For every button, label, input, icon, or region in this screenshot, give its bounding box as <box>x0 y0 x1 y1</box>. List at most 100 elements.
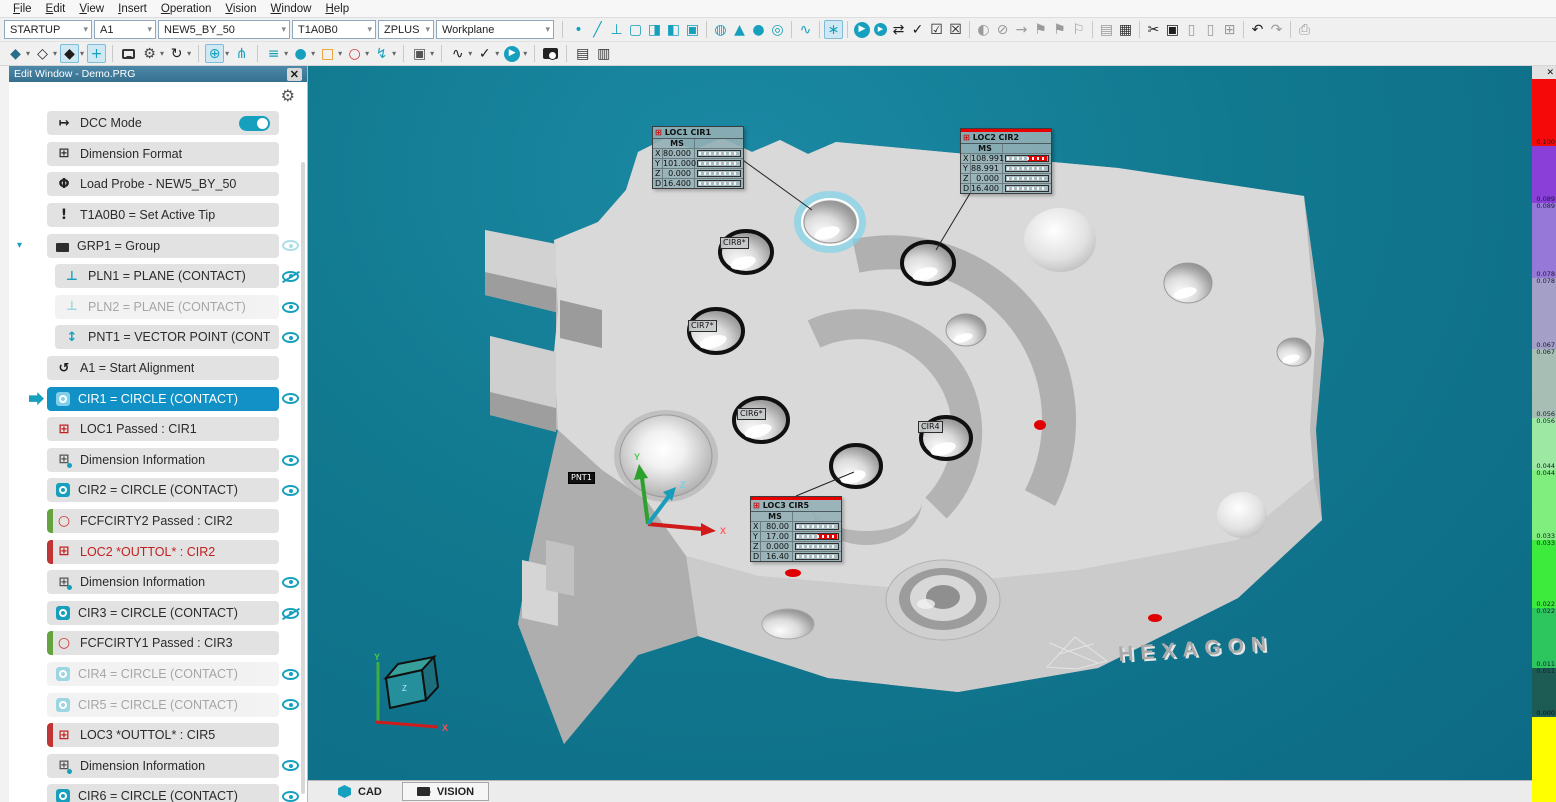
visibility-off-icon[interactable] <box>282 608 299 619</box>
line-feature-icon[interactable]: ╱ <box>588 20 607 39</box>
dropdown-arrow-icon[interactable]: ▾ <box>80 49 84 58</box>
cad-feature-hole-a[interactable] <box>1164 263 1212 303</box>
dropdown-arrow-icon[interactable]: ▾ <box>338 49 342 58</box>
feature-tag-pnt1[interactable]: PNT1 <box>568 472 595 484</box>
feature-tag-cir7[interactable]: CIR7* <box>688 320 717 332</box>
cad-feature-cir6[interactable] <box>734 398 788 442</box>
menu-vision[interactable]: Vision <box>218 2 263 16</box>
dimension-callout-loc1-cir1[interactable]: ⊞LOC1 CIR1MSX80.000Y101.000Z0.000D16.400 <box>652 126 744 189</box>
edit-window-header[interactable]: Edit Window - Demo.PRG ✕ <box>9 66 307 82</box>
visibility-icon[interactable] <box>282 455 299 466</box>
command-dimension-format[interactable]: Dimension Format <box>47 142 279 166</box>
auto-feature-icon[interactable]: ∗ <box>824 20 843 39</box>
active-probe-dropdown[interactable]: NEW5_BY_50▾ <box>158 20 290 39</box>
alignment-preset-dropdown[interactable]: STARTUP▾ <box>4 20 92 39</box>
workplane-axis-dropdown[interactable]: ZPLUS▾ <box>378 20 434 39</box>
feature-tag-cir4[interactable]: CIR4 <box>918 421 943 433</box>
menu-edit[interactable]: Edit <box>39 2 73 16</box>
dimension-callout-loc2-cir2[interactable]: ⊞LOC2 CIR2MSX108.991Y88.991Z0.000D16.400 <box>960 128 1052 194</box>
counterbore-feature[interactable] <box>886 560 1000 640</box>
cad-feature-cir1[interactable] <box>798 195 862 249</box>
dropdown-arrow-icon[interactable]: ▾ <box>284 49 288 58</box>
cut-icon[interactable]: ✂ <box>1144 20 1163 39</box>
dropdown-arrow-icon[interactable]: ▾ <box>523 49 527 58</box>
sidebar-scrollbar[interactable] <box>301 162 305 794</box>
dropdown-arrow-icon[interactable]: ▾ <box>430 49 434 58</box>
plane-feature-icon[interactable]: ⊥ <box>607 20 626 39</box>
execute-from-cursor-icon[interactable]: ▶ <box>874 23 887 36</box>
menu-window[interactable]: Window <box>264 2 319 16</box>
comment-icon[interactable] <box>122 49 135 59</box>
dimension-callout-loc3-cir5[interactable]: ⊞LOC3 CIR5MSX80.00Y17.00Z0.000D16.40 <box>750 496 842 562</box>
dropdown-arrow-icon[interactable]: ▾ <box>311 49 315 58</box>
report-window-icon[interactable]: ▤ <box>573 44 592 63</box>
pattern-icon[interactable]: ⊞ <box>1220 20 1239 39</box>
command-a1-start-alignment[interactable]: A1 = Start Alignment <box>47 356 279 380</box>
curve-feature-icon[interactable]: ∿ <box>796 20 815 39</box>
command-pln2-plane-contact[interactable]: PLN2 = PLANE (CONTACT) <box>55 295 279 319</box>
command-fcfcirty2-passed-cir2[interactable]: FCFCIRTY2 Passed : CIR2 <box>47 509 279 533</box>
feature-sensor-icon[interactable]: ≡ <box>264 44 283 63</box>
sphere-view-icon[interactable]: ● <box>291 44 310 63</box>
translate-view-icon[interactable]: ⊕ <box>205 44 224 63</box>
dropdown-arrow-icon[interactable]: ▾ <box>225 49 229 58</box>
square-slot-feature-icon[interactable]: ◧ <box>664 20 683 39</box>
cad-graphics-view[interactable]: HEXAGON HEXAGON X Y Z <box>308 66 1532 780</box>
dropdown-arrow-icon[interactable]: ▾ <box>495 49 499 58</box>
visibility-icon[interactable] <box>282 699 299 710</box>
report-fail-icon[interactable]: ☒ <box>946 20 965 39</box>
solid-view-icon[interactable]: ◆ <box>60 44 79 63</box>
print-icon[interactable]: ⎙ <box>1295 20 1314 39</box>
window-layout-icon[interactable]: ▣ <box>410 44 429 63</box>
cad-feature-sphere-a[interactable] <box>1024 208 1096 272</box>
menu-help[interactable]: Help <box>318 2 356 16</box>
goto-icon[interactable]: → <box>1012 20 1031 39</box>
visibility-icon[interactable] <box>282 669 299 680</box>
snapshot-icon[interactable] <box>543 48 558 59</box>
pan-view-icon[interactable]: + <box>87 44 106 63</box>
visibility-icon[interactable] <box>282 332 299 343</box>
active-tip-dropdown[interactable]: T1A0B0▾ <box>292 20 376 39</box>
torus-feature-icon[interactable]: ◎ <box>768 20 787 39</box>
dropdown-arrow-icon[interactable]: ▾ <box>187 49 191 58</box>
gear-icon[interactable]: ⚙ <box>281 86 295 105</box>
point-feature-icon[interactable]: • <box>569 20 588 39</box>
cad-feature-cir2[interactable] <box>902 242 954 284</box>
command-pln1-plane-contact[interactable]: PLN1 = PLANE (CONTACT) <box>55 264 279 288</box>
undo-icon[interactable]: ↶ <box>1248 20 1267 39</box>
menu-operation[interactable]: Operation <box>154 2 219 16</box>
cad-feature-hole-c[interactable] <box>1277 338 1311 366</box>
report-pass-icon[interactable]: ☑ <box>927 20 946 39</box>
visibility-icon[interactable] <box>282 791 299 802</box>
visibility-icon[interactable] <box>282 393 299 404</box>
graphic-analysis-icon[interactable]: ▥ <box>594 44 613 63</box>
menu-view[interactable]: View <box>72 2 111 16</box>
execute-mode-icon[interactable]: ▶ <box>504 46 520 62</box>
command-grp1-group[interactable]: GRP1 = Group <box>47 234 279 258</box>
visibility-icon[interactable] <box>282 577 299 588</box>
cad-feature-hole-b[interactable] <box>946 314 986 346</box>
bookmark-icon[interactable]: ⚑ <box>1031 20 1050 39</box>
circle-feature-icon[interactable]: ▢ <box>626 20 645 39</box>
bookmark-remove-icon[interactable]: ⚐ <box>1069 20 1088 39</box>
dcc-mode-toggle[interactable] <box>239 116 270 131</box>
visibility-off-icon[interactable] <box>282 271 299 282</box>
command-cir3-circle-contact[interactable]: CIR3 = CIRCLE (CONTACT) <box>47 601 279 625</box>
cad-feature-cir5[interactable] <box>831 445 881 487</box>
dropdown-arrow-icon[interactable]: ▾ <box>53 49 57 58</box>
redo-icon[interactable]: ↷ <box>1267 20 1286 39</box>
active-alignment-dropdown[interactable]: A1▾ <box>94 20 156 39</box>
mark-done-icon[interactable]: ✓ <box>908 20 927 39</box>
tree-collapse-icon[interactable]: ▾ <box>17 240 22 251</box>
command-loc2-outtol-cir2[interactable]: LOC2 *OUTTOL* : CIR2 <box>47 540 279 564</box>
command-cir6-circle-contact[interactable]: CIR6 = CIRCLE (CONTACT) <box>47 784 279 802</box>
notch-feature-icon[interactable]: ▣ <box>683 20 702 39</box>
oval-hole[interactable] <box>762 609 814 639</box>
loop-icon[interactable]: ⇄ <box>889 20 908 39</box>
probe-vector-icon[interactable]: ⋔ <box>232 44 251 63</box>
measurement-path-icon[interactable]: ∿ <box>448 44 467 63</box>
summary-mode-icon[interactable]: ▤ <box>1097 20 1116 39</box>
command-cir4-circle-contact[interactable]: CIR4 = CIRCLE (CONTACT) <box>47 662 279 686</box>
command-cir1-circle-contact[interactable]: CIR1 = CIRCLE (CONTACT) <box>47 387 279 411</box>
dropdown-arrow-icon[interactable]: ▾ <box>468 49 472 58</box>
